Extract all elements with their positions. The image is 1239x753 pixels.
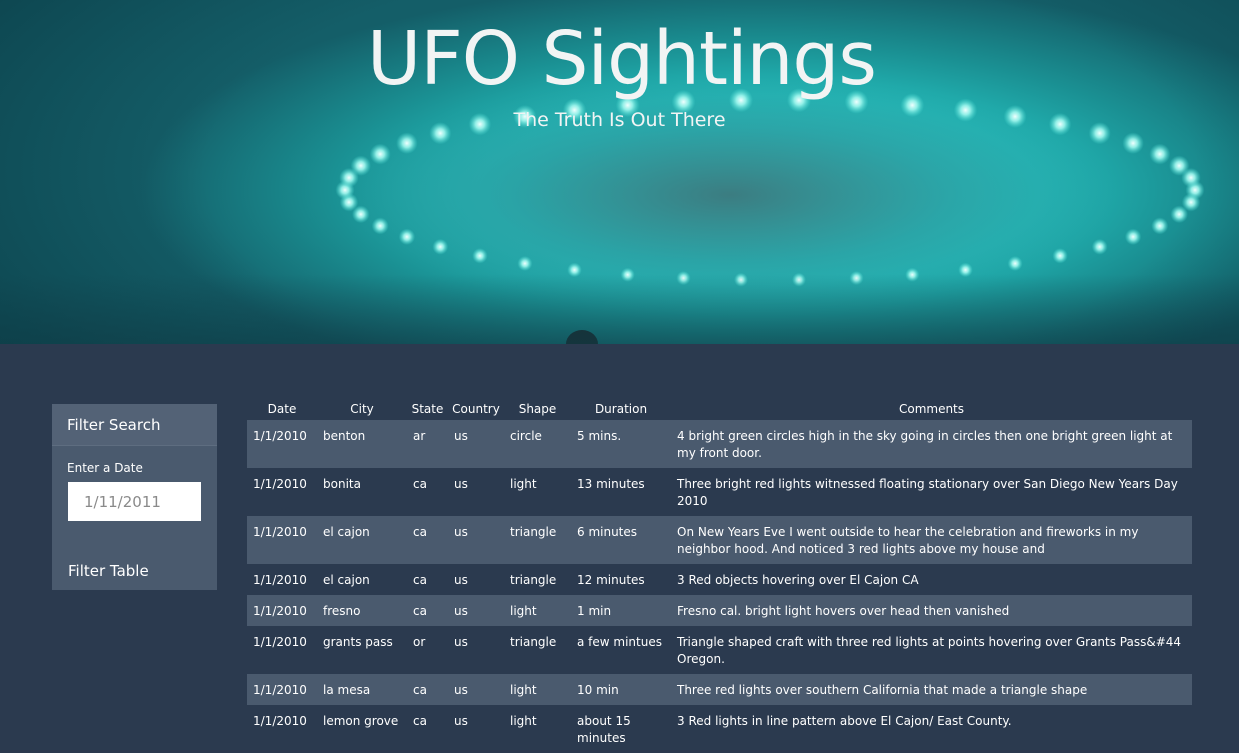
cell-state: or: [407, 626, 448, 674]
filter-panel: Filter Search Enter a Date Filter Table: [52, 404, 217, 590]
table-row: 1/1/2010 lemon grove ca us light about 1…: [247, 705, 1192, 753]
cell-duration: 10 min: [571, 674, 671, 705]
date-label: Enter a Date: [67, 461, 143, 475]
column-header-duration: Duration: [594, 402, 648, 416]
cell-city: el cajon: [317, 564, 407, 595]
cell-country: us: [448, 516, 504, 564]
page-title: UFO Sightings: [367, 16, 877, 102]
table-row: 1/1/2010 bonita ca us light 13 minutes T…: [247, 468, 1192, 516]
cell-date: 1/1/2010: [247, 626, 317, 674]
ufo-light: [396, 132, 418, 154]
column-header-date: Date: [267, 402, 297, 416]
cell-shape: circle: [504, 420, 571, 468]
ufo-table: Date City State Country Shape Duration C…: [247, 398, 1192, 753]
cell-city: fresno: [317, 595, 407, 626]
table-row: 1/1/2010 grants pass or us triangle a fe…: [247, 626, 1192, 674]
ufo-light: [371, 217, 389, 235]
cell-duration: 1 min: [571, 595, 671, 626]
cell-shape: triangle: [504, 516, 571, 564]
cell-country: us: [448, 468, 504, 516]
cell-shape: light: [504, 674, 571, 705]
table-row: 1/1/2010 el cajon ca us triangle 6 minut…: [247, 516, 1192, 564]
cell-duration: about 15 minutes: [571, 705, 671, 753]
cell-shape: light: [504, 595, 571, 626]
column-header-comments: Comments: [898, 402, 965, 416]
table-row: 1/1/2010 fresno ca us light 1 min Fresno…: [247, 595, 1192, 626]
column-header-state: State: [411, 402, 444, 416]
cell-comments: Three red lights over southern Californi…: [671, 674, 1192, 705]
page-subtitle: The Truth Is Out There: [513, 109, 726, 131]
cell-comments: Triangle shaped craft with three red lig…: [671, 626, 1192, 674]
cell-shape: light: [504, 468, 571, 516]
cell-city: lemon grove: [317, 705, 407, 753]
cell-shape: triangle: [504, 564, 571, 595]
cell-date: 1/1/2010: [247, 705, 317, 753]
column-header-shape: Shape: [518, 402, 557, 416]
cell-date: 1/1/2010: [247, 516, 317, 564]
hero-ground: [0, 274, 1239, 344]
cell-state: ca: [407, 705, 448, 753]
filter-table-button[interactable]: Filter Table: [68, 562, 149, 580]
cell-state: ar: [407, 420, 448, 468]
cell-state: ca: [407, 468, 448, 516]
date-input[interactable]: [68, 482, 201, 521]
hero-banner: UFO Sightings The Truth Is Out There: [0, 0, 1239, 344]
ufo-light: [350, 155, 371, 176]
cell-country: us: [448, 626, 504, 674]
cell-city: grants pass: [317, 626, 407, 674]
ufo-light: [1149, 143, 1171, 165]
cell-duration: 6 minutes: [571, 516, 671, 564]
cell-duration: a few mintues: [571, 626, 671, 674]
cell-country: us: [448, 420, 504, 468]
cell-country: us: [448, 674, 504, 705]
table-header-row: Date City State Country Shape Duration C…: [247, 398, 1192, 420]
ufo-light: [517, 256, 533, 271]
cell-comments: Fresno cal. bright light hovers over hea…: [671, 595, 1192, 626]
cell-date: 1/1/2010: [247, 564, 317, 595]
table-row: 1/1/2010 el cajon ca us triangle 12 minu…: [247, 564, 1192, 595]
cell-date: 1/1/2010: [247, 468, 317, 516]
cell-state: ca: [407, 595, 448, 626]
column-header-country: Country: [452, 402, 500, 416]
cell-country: us: [448, 595, 504, 626]
filter-panel-heading: Filter Search: [52, 404, 217, 446]
cell-state: ca: [407, 674, 448, 705]
ufo-light: [1007, 256, 1023, 271]
ufo-light: [1170, 205, 1188, 224]
cell-duration: 5 mins.: [571, 420, 671, 468]
cell-state: ca: [407, 516, 448, 564]
ufo-light: [1122, 132, 1144, 154]
cell-duration: 13 minutes: [571, 468, 671, 516]
cell-comments: 3 Red objects hovering over El Cajon CA: [671, 564, 1192, 595]
cell-comments: 3 Red lights in line pattern above El Ca…: [671, 705, 1192, 753]
cell-state: ca: [407, 564, 448, 595]
cell-city: el cajon: [317, 516, 407, 564]
cell-shape: light: [504, 705, 571, 753]
table-row: 1/1/2010 la mesa ca us light 10 min Thre…: [247, 674, 1192, 705]
cell-comments: Three bright red lights witnessed floati…: [671, 468, 1192, 516]
ufo-light: [1091, 238, 1108, 255]
cell-city: bonita: [317, 468, 407, 516]
cell-date: 1/1/2010: [247, 595, 317, 626]
cell-country: us: [448, 564, 504, 595]
cell-city: benton: [317, 420, 407, 468]
cell-date: 1/1/2010: [247, 420, 317, 468]
table-row: 1/1/2010 benton ar us circle 5 mins. 4 b…: [247, 420, 1192, 468]
ufo-light: [432, 238, 449, 255]
cell-comments: 4 bright green circles high in the sky g…: [671, 420, 1192, 468]
cell-comments: On New Years Eve I went outside to hear …: [671, 516, 1192, 564]
cell-city: la mesa: [317, 674, 407, 705]
cell-date: 1/1/2010: [247, 674, 317, 705]
ufo-light: [398, 228, 416, 245]
ufo-light: [369, 143, 391, 165]
ufo-light: [1181, 167, 1201, 188]
ufo-light: [1151, 217, 1169, 235]
cell-shape: triangle: [504, 626, 571, 674]
column-header-city: City: [350, 402, 374, 416]
ufo-light: [1052, 248, 1068, 264]
cell-country: us: [448, 705, 504, 753]
ufo-light: [1124, 228, 1142, 245]
ufo-light: [472, 248, 488, 264]
cell-duration: 12 minutes: [571, 564, 671, 595]
